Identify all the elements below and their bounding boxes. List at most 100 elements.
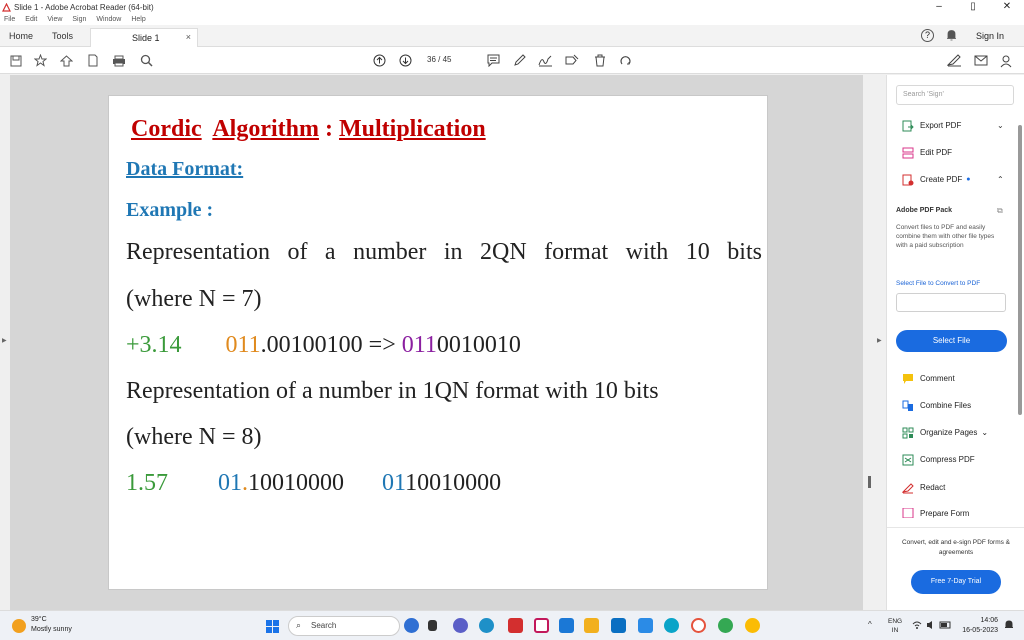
prepare-form-icon	[901, 508, 914, 518]
calendar-app-icon[interactable]	[611, 618, 626, 633]
sign-in-link[interactable]: Sign In	[976, 31, 1004, 41]
create-pdf-icon	[901, 173, 914, 186]
menu-window[interactable]: Window	[96, 16, 121, 23]
security-app-icon[interactable]	[638, 618, 653, 633]
binary-integer-part: 01	[218, 470, 242, 496]
left-panel-toggle[interactable]: ▶	[0, 75, 10, 610]
organize-pages-item[interactable]: Organize Pages ⌄	[901, 426, 988, 439]
create-pdf-item[interactable]: Create PDF ● ⌃	[901, 173, 1004, 186]
search-tools-input[interactable]: Search 'Sign'	[896, 85, 1014, 105]
notification-icon[interactable]	[1004, 620, 1014, 632]
compress-pdf-item[interactable]: Compress PDF	[901, 453, 975, 466]
show-hidden-icons-icon[interactable]: ^	[868, 620, 872, 629]
clock-date: 16-05-2023	[962, 627, 998, 634]
brave-browser-icon[interactable]	[691, 618, 706, 633]
binary-result-prefix: 01	[382, 470, 406, 496]
tab-close-icon[interactable]: ×	[186, 32, 191, 42]
tab-tools[interactable]: Tools	[52, 31, 73, 41]
edit-pdf-item[interactable]: Edit PDF	[901, 146, 952, 159]
menu-sign[interactable]: Sign	[72, 16, 86, 23]
expand-left-icon[interactable]: ▶	[2, 337, 7, 344]
help-icon[interactable]: ?	[921, 29, 934, 42]
rotate-icon[interactable]	[618, 53, 633, 68]
bell-icon[interactable]	[946, 29, 957, 43]
menu-file[interactable]: File	[4, 16, 15, 23]
sign-icon[interactable]	[538, 53, 553, 68]
chevron-up-icon[interactable]: ⌃	[997, 175, 1004, 184]
acrobat-taskbar-icon[interactable]	[508, 618, 523, 633]
tab-document[interactable]: Slide 1 ×	[90, 28, 198, 47]
comment-item[interactable]: Comment	[901, 372, 955, 385]
email-icon[interactable]	[973, 53, 988, 68]
maximize-button[interactable]: ▯	[956, 0, 990, 14]
menu-help[interactable]: Help	[131, 16, 145, 23]
footer-promo-text: Convert, edit and e-sign PDF forms & agr…	[901, 539, 1010, 556]
binary-result-rest: 10010000	[405, 470, 502, 496]
current-page-input[interactable]: 36	[427, 55, 436, 64]
panel-scrollbar[interactable]	[1018, 125, 1022, 415]
word: format	[544, 239, 609, 265]
bing-app-icon[interactable]	[404, 618, 419, 633]
right-panel-toggle[interactable]: ▶	[873, 75, 886, 610]
close-button[interactable]: ✕	[990, 0, 1024, 14]
save-icon[interactable]	[8, 53, 23, 68]
binary-fraction-part: .00100100	[260, 332, 363, 358]
minimize-button[interactable]: –	[922, 0, 956, 14]
upload-document-icon[interactable]	[85, 53, 100, 68]
panel-footer: Convert, edit and e-sign PDF forms & agr…	[887, 527, 1024, 610]
print-icon[interactable]	[111, 53, 126, 68]
task-view-icon[interactable]	[428, 620, 437, 631]
redact-label: Redact	[920, 483, 946, 492]
collapse-right-icon[interactable]: ▶	[877, 337, 882, 344]
select-file-link[interactable]: Select File to Convert to PDF	[896, 280, 980, 287]
combine-files-item[interactable]: Combine Files	[901, 399, 971, 412]
edge-browser-icon[interactable]	[479, 618, 494, 633]
word: with	[625, 239, 669, 265]
next-page-icon[interactable]	[398, 53, 413, 68]
search-zoom-icon[interactable]	[139, 53, 154, 68]
language-code: ENG	[888, 618, 903, 625]
comment-icon[interactable]	[486, 53, 501, 68]
windows-start-icon[interactable]	[266, 620, 279, 633]
chrome-profile-icon[interactable]	[745, 618, 760, 633]
system-clock[interactable]: 14:06 16-05-2023	[958, 616, 998, 636]
chrome-browser-icon[interactable]	[718, 618, 733, 633]
redact-item[interactable]: Redact	[901, 481, 945, 494]
copy-icon[interactable]: ⧉	[997, 206, 1003, 216]
previous-page-icon[interactable]	[372, 53, 387, 68]
messenger-app-icon[interactable]	[664, 618, 679, 633]
tools-panel: Search 'Sign' Export PDF ⌄ Edit PDF Crea…	[886, 75, 1024, 610]
file-drop-field[interactable]	[896, 293, 1006, 312]
file-explorer-icon[interactable]	[584, 618, 599, 633]
menu-view[interactable]: View	[47, 16, 62, 23]
toolbar: 36 / 45	[0, 47, 1024, 74]
compress-pdf-label: Compress PDF	[920, 455, 975, 464]
weather-temperature[interactable]: 39°C	[31, 616, 47, 623]
chevron-down-icon[interactable]: ⌄	[981, 428, 988, 437]
taskbar-search-label: Search	[311, 621, 337, 630]
teams-chat-icon[interactable]	[453, 618, 468, 633]
star-icon[interactable]	[33, 53, 48, 68]
account-search-icon[interactable]	[999, 53, 1014, 68]
store-app-icon[interactable]	[559, 618, 574, 633]
language-indicator[interactable]: ENG IN	[888, 617, 902, 635]
delete-icon[interactable]	[592, 53, 607, 68]
highlight-pen-icon[interactable]	[512, 53, 527, 68]
share-icon[interactable]	[59, 53, 74, 68]
wifi-volume-battery-icons[interactable]	[912, 620, 952, 632]
select-file-button[interactable]: Select File	[896, 330, 1007, 352]
prepare-form-item[interactable]: Prepare Form	[901, 508, 969, 518]
mcafee-icon[interactable]	[534, 618, 549, 633]
fill-sign-icon[interactable]	[947, 53, 962, 68]
page-indicator[interactable]: 36 / 45	[427, 55, 452, 64]
document-scrollbar[interactable]	[868, 476, 871, 488]
menu-edit[interactable]: Edit	[25, 16, 37, 23]
free-trial-button[interactable]: Free 7-Day Trial	[911, 570, 1001, 594]
sun-icon[interactable]	[12, 619, 26, 633]
weather-description[interactable]: Mostly sunny	[31, 626, 72, 633]
taskbar-search[interactable]: ⌕ Search	[288, 616, 400, 636]
chevron-down-icon[interactable]: ⌄	[997, 121, 1004, 130]
tab-home[interactable]: Home	[9, 31, 33, 41]
edit-text-icon[interactable]	[564, 53, 579, 68]
export-pdf-item[interactable]: Export PDF ⌄	[901, 119, 1004, 132]
